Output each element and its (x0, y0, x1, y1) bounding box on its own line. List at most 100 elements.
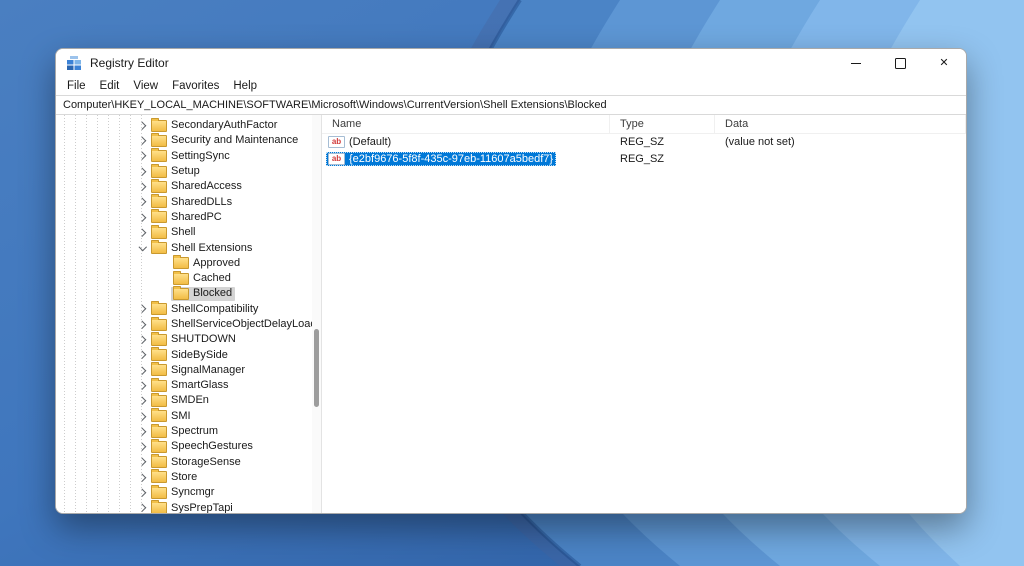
tree-item-sidebyside[interactable]: SideBySide (56, 347, 311, 362)
tree-item-shellcompatibility[interactable]: ShellCompatibility (56, 302, 311, 317)
tree-node[interactable]: Security and Maintenance (149, 134, 301, 148)
tree-item-sharedpc[interactable]: SharedPC (56, 210, 311, 225)
menu-file[interactable]: File (60, 79, 93, 93)
tree-node[interactable]: SysPrepTapi (149, 501, 236, 513)
tree-item-settingsync[interactable]: SettingSync (56, 149, 311, 164)
tree-item-approved[interactable]: Approved (56, 256, 311, 271)
chevron-right-icon[interactable] (136, 303, 149, 316)
value-row-default[interactable]: (Default)REG_SZ(value not set) (322, 134, 966, 151)
tree-item-syspreptapi[interactable]: SysPrepTapi (56, 500, 311, 513)
chevron-right-icon[interactable] (136, 502, 149, 513)
chevron-right-icon[interactable] (136, 150, 149, 163)
chevron-right-icon[interactable] (136, 226, 149, 239)
tree-item-cached[interactable]: Cached (56, 271, 311, 286)
tree-node[interactable]: Syncmgr (149, 486, 217, 500)
tree-node[interactable]: Approved (171, 256, 243, 270)
chevron-right-icon[interactable] (136, 394, 149, 407)
tree-node[interactable]: SecondaryAuthFactor (149, 119, 280, 133)
tree-item-blocked[interactable]: Blocked (56, 286, 311, 301)
column-header-data[interactable]: Data (715, 115, 966, 133)
chevron-right-icon[interactable] (136, 134, 149, 147)
chevron-right-icon[interactable] (136, 196, 149, 209)
chevron-down-icon[interactable] (136, 242, 149, 255)
column-header-name[interactable]: Name (322, 115, 610, 133)
chevron-right-icon[interactable] (136, 119, 149, 132)
tree-node[interactable]: SHUTDOWN (149, 333, 239, 347)
column-header-type[interactable]: Type (610, 115, 715, 133)
tree-node[interactable]: Setup (149, 165, 203, 179)
tree-item-sharedaccess[interactable]: SharedAccess (56, 179, 311, 194)
tree-node[interactable]: SpeechGestures (149, 440, 256, 454)
tree-node[interactable]: Spectrum (149, 425, 221, 439)
tree-item-speechgestures[interactable]: SpeechGestures (56, 439, 311, 454)
chevron-right-icon[interactable] (136, 318, 149, 331)
tree-node[interactable]: SettingSync (149, 149, 233, 163)
tree-item-secondaryauthfactor[interactable]: SecondaryAuthFactor (56, 118, 311, 133)
tree-node[interactable]: SideBySide (149, 348, 231, 362)
tree-node[interactable]: SMI (149, 409, 194, 423)
menu-view[interactable]: View (126, 79, 165, 93)
address-bar[interactable]: Computer\HKEY_LOCAL_MACHINE\SOFTWARE\Mic… (56, 95, 966, 115)
tree-node[interactable]: Blocked (171, 287, 235, 301)
tree-item-storagesense[interactable]: StorageSense (56, 455, 311, 470)
tree-item-shutdown[interactable]: SHUTDOWN (56, 332, 311, 347)
scrollbar-thumb[interactable] (314, 329, 319, 407)
chevron-right-icon[interactable] (136, 379, 149, 392)
value-name[interactable]: (Default) (326, 135, 394, 149)
tree-item-shellserviceobjectdelayloac[interactable]: ShellServiceObjectDelayLoac (56, 317, 311, 332)
tree-node[interactable]: Store (149, 470, 200, 484)
chevron-right-icon[interactable] (136, 486, 149, 499)
tree-item-setup[interactable]: Setup (56, 164, 311, 179)
menu-help[interactable]: Help (226, 79, 264, 93)
tree-item-syncmgr[interactable]: Syncmgr (56, 485, 311, 500)
tree-item-shell[interactable]: Shell (56, 225, 311, 240)
tree-item-shell-extensions[interactable]: Shell Extensions (56, 240, 311, 255)
chevron-right-icon[interactable] (136, 410, 149, 423)
chevron-right-icon[interactable] (136, 349, 149, 362)
tree-vertical-scrollbar[interactable] (312, 115, 321, 513)
tree-node[interactable]: SignalManager (149, 363, 248, 377)
chevron-right-icon[interactable] (136, 471, 149, 484)
tree-pane: SecondaryAuthFactorSecurity and Maintena… (56, 115, 322, 513)
tree-item-spectrum[interactable]: Spectrum (56, 424, 311, 439)
tree-node[interactable]: SmartGlass (149, 379, 231, 393)
folder-icon (151, 364, 167, 376)
value-name[interactable]: {e2bf9676-5f8f-435c-97eb-11607a5bedf7} (326, 152, 556, 166)
tree-node[interactable]: StorageSense (149, 455, 244, 469)
tree-node[interactable]: SharedPC (149, 210, 225, 224)
tree-node[interactable]: ShellServiceObjectDelayLoac (149, 318, 319, 332)
maximize-button[interactable] (878, 49, 922, 77)
tree-item-smartglass[interactable]: SmartGlass (56, 378, 311, 393)
close-button[interactable]: ✕ (922, 49, 966, 77)
minimize-button[interactable] (834, 49, 878, 77)
tree-node[interactable]: Shell (149, 226, 198, 240)
folder-icon (151, 334, 167, 346)
tree-item-smi[interactable]: SMI (56, 409, 311, 424)
tree-item-label: SmartGlass (171, 379, 228, 392)
chevron-right-icon[interactable] (136, 333, 149, 346)
tree-item-store[interactable]: Store (56, 470, 311, 485)
tree-node[interactable]: Shell Extensions (149, 241, 255, 255)
chevron-right-icon[interactable] (136, 211, 149, 224)
chevron-right-icon[interactable] (136, 364, 149, 377)
chevron-right-icon[interactable] (136, 165, 149, 178)
tree-item-shareddlls[interactable]: SharedDLLs (56, 194, 311, 209)
tree-item-label: ShellServiceObjectDelayLoac (171, 318, 316, 331)
tree-node[interactable]: SharedAccess (149, 180, 245, 194)
tree-node[interactable]: SharedDLLs (149, 195, 235, 209)
tree-node[interactable]: SMDEn (149, 394, 212, 408)
chevron-right-icon[interactable] (136, 456, 149, 469)
title-bar[interactable]: Registry Editor ✕ (56, 49, 966, 77)
tree-node[interactable]: Cached (171, 272, 234, 286)
tree-item-signalmanager[interactable]: SignalManager (56, 363, 311, 378)
chevron-right-icon[interactable] (136, 180, 149, 193)
value-row-e2bf9676-5f8f-435c-97eb-11607a5bedf7[interactable]: {e2bf9676-5f8f-435c-97eb-11607a5bedf7}RE… (322, 151, 966, 168)
menu-favorites[interactable]: Favorites (165, 79, 226, 93)
menu-edit[interactable]: Edit (93, 79, 127, 93)
chevron-right-icon[interactable] (136, 425, 149, 438)
menu-bar: FileEditViewFavoritesHelp (56, 77, 966, 95)
tree-node[interactable]: ShellCompatibility (149, 302, 261, 316)
chevron-right-icon[interactable] (136, 440, 149, 453)
tree-item-security-and-maintenance[interactable]: Security and Maintenance (56, 133, 311, 148)
tree-item-smden[interactable]: SMDEn (56, 393, 311, 408)
